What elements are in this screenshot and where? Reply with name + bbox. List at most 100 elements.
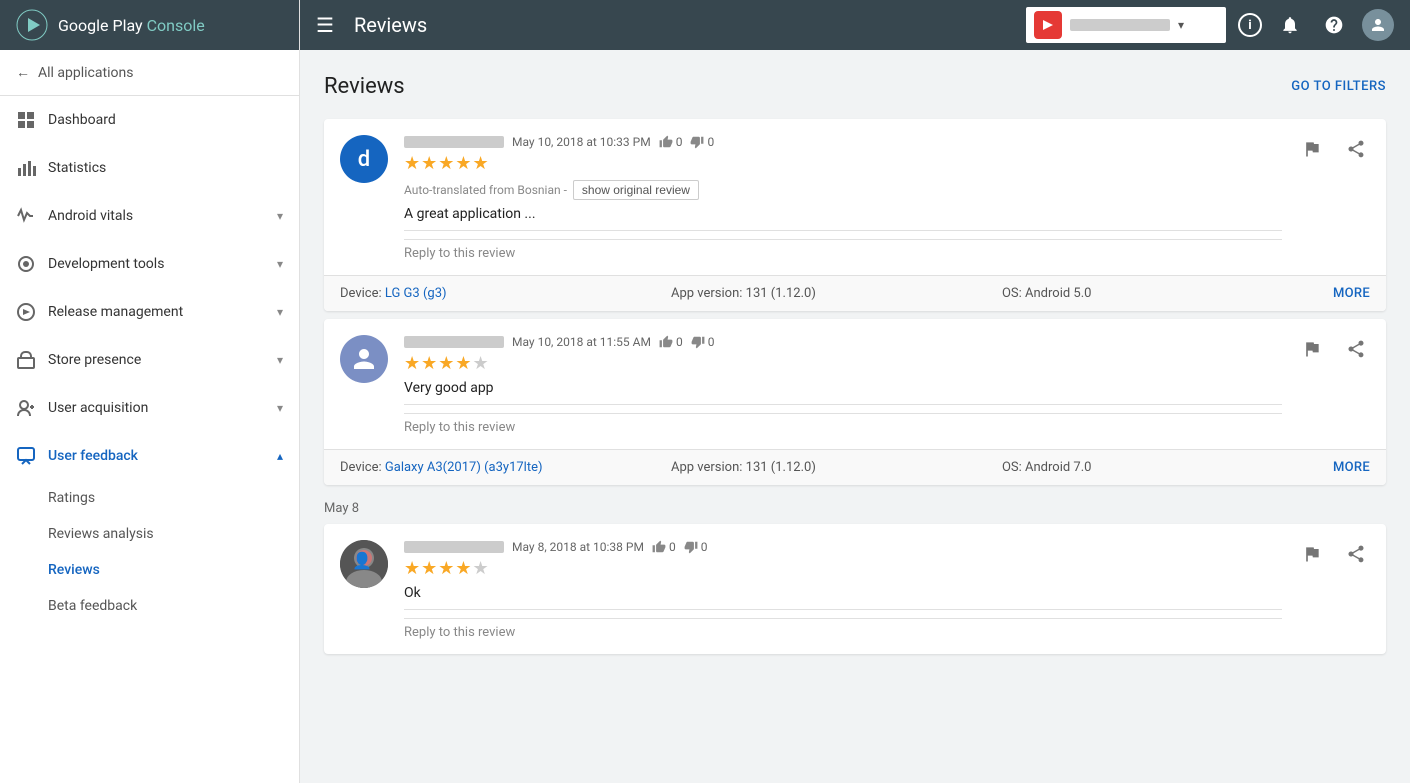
sidebar-title: Google Play Console: [58, 16, 205, 35]
review-content: May 10, 2018 at 11:55 AM 0 0: [404, 335, 1282, 441]
more-button[interactable]: MORE: [1333, 286, 1370, 301]
flag-button[interactable]: [1298, 135, 1326, 168]
sidebar-subitem-reviews[interactable]: Reviews: [48, 552, 299, 588]
release-icon: [16, 302, 36, 322]
review-card: d May 10, 2018 at 10:33 PM 0: [324, 119, 1386, 311]
reply-link[interactable]: Reply to this review: [404, 413, 1282, 441]
translation-note: Auto-translated from Bosnian - show orig…: [404, 180, 1282, 200]
review-votes: 0 0: [652, 540, 708, 554]
flag-button[interactable]: [1298, 540, 1326, 573]
review-actions: [1298, 135, 1370, 168]
sidebar-item-label: Android vitals: [48, 208, 133, 224]
sidebar-item-label: Dashboard: [48, 112, 116, 128]
sidebar-subitem-ratings[interactable]: Ratings: [48, 480, 299, 516]
review-body: May 10, 2018 at 11:55 AM 0 0: [324, 319, 1386, 449]
main-content: Reviews GO TO FILTERS d May 10, 2018 at …: [300, 50, 1410, 783]
user-feedback-subitems: Ratings Reviews analysis Reviews Beta fe…: [0, 480, 299, 624]
app-version-info: App version: 131 (1.12.0): [671, 286, 1002, 301]
review-footer: Device: LG G3 (g3) App version: 131 (1.1…: [324, 275, 1386, 311]
reviewer-name-blur: [404, 541, 504, 553]
review-actions: [1298, 335, 1370, 368]
review-meta: May 8, 2018 at 10:38 PM 0 0: [404, 540, 1282, 554]
thumbs-up-vote: 0: [659, 335, 683, 349]
review-date: May 8, 2018 at 10:38 PM: [512, 540, 644, 554]
review-votes: 0 0: [659, 135, 715, 149]
sidebar-item-release-management[interactable]: Release management ▾: [0, 288, 299, 336]
go-to-filters-link[interactable]: GO TO FILTERS: [1291, 79, 1386, 94]
review-text: A great application ...: [404, 206, 1282, 222]
reviewer-name-blur: [404, 336, 504, 348]
avatar: d: [340, 135, 388, 183]
avatar: 👤: [340, 540, 388, 588]
more-button[interactable]: MORE: [1333, 460, 1370, 475]
topbar-title: Reviews: [354, 13, 1014, 37]
review-card: 👤 May 8, 2018 at 10:38 PM 0: [324, 524, 1386, 654]
thumbs-up-vote: 0: [652, 540, 676, 554]
android-vitals-icon: [16, 206, 36, 226]
sidebar-subitem-reviews-analysis[interactable]: Reviews analysis: [48, 516, 299, 552]
sidebar-item-label: Development tools: [48, 256, 164, 272]
sidebar-item-user-feedback[interactable]: User feedback ▴: [0, 432, 299, 480]
review-votes: 0 0: [659, 335, 715, 349]
sidebar-item-user-acquisition[interactable]: User acquisition ▾: [0, 384, 299, 432]
sidebar-header: Google Play Console: [0, 0, 299, 50]
device-link[interactable]: Galaxy A3(2017) (a3y17lte): [385, 460, 543, 475]
review-top: d May 10, 2018 at 10:33 PM 0: [340, 135, 1370, 267]
sidebar-item-store-presence[interactable]: Store presence ▾: [0, 336, 299, 384]
reply-link[interactable]: Reply to this review: [404, 239, 1282, 267]
share-button[interactable]: [1342, 540, 1370, 573]
thumbs-down-vote: 0: [684, 540, 708, 554]
statistics-icon: [16, 158, 36, 178]
sidebar-item-dashboard[interactable]: Dashboard: [0, 96, 299, 144]
device-info: Device: LG G3 (g3): [340, 286, 671, 301]
chevron-down-icon: ▾: [277, 401, 283, 415]
app-version-info: App version: 131 (1.12.0): [671, 460, 1002, 475]
avatar: [340, 335, 388, 383]
star-rating: ★★★★★: [404, 353, 1282, 374]
dev-tools-icon: [16, 254, 36, 274]
reviewer-name-blur: [404, 136, 504, 148]
share-button[interactable]: [1342, 335, 1370, 368]
star-rating: ★★★★★: [404, 558, 1282, 579]
review-body: d May 10, 2018 at 10:33 PM 0: [324, 119, 1386, 275]
review-top: 👤 May 8, 2018 at 10:38 PM 0: [340, 540, 1370, 646]
review-top: May 10, 2018 at 11:55 AM 0 0: [340, 335, 1370, 441]
back-label: All applications: [38, 65, 133, 81]
sidebar-item-android-vitals[interactable]: Android vitals ▾: [0, 192, 299, 240]
back-arrow-icon: ←: [16, 64, 30, 81]
share-button[interactable]: [1342, 135, 1370, 168]
chevron-down-icon: ▾: [277, 353, 283, 367]
device-link[interactable]: LG G3 (g3): [385, 286, 447, 301]
user-acquisition-icon: [16, 398, 36, 418]
page-title: Reviews: [324, 74, 405, 99]
review-text: Very good app: [404, 380, 1282, 396]
os-info: OS: Android 7.0: [1002, 460, 1333, 475]
review-date: May 10, 2018 at 11:55 AM: [512, 335, 651, 349]
show-original-button[interactable]: show original review: [573, 180, 699, 200]
back-to-all-apps[interactable]: ← All applications: [0, 50, 299, 96]
sidebar-subitem-beta-feedback[interactable]: Beta feedback: [48, 588, 299, 624]
app-name-blur: [1070, 19, 1170, 31]
sidebar-item-label: Release management: [48, 304, 183, 320]
user-avatar[interactable]: [1362, 9, 1394, 41]
review-date: May 10, 2018 at 10:33 PM: [512, 135, 651, 149]
help-icon[interactable]: [1318, 9, 1350, 41]
sidebar-item-development-tools[interactable]: Development tools ▾: [0, 240, 299, 288]
chevron-down-icon: ▾: [277, 257, 283, 271]
review-footer: Device: Galaxy A3(2017) (a3y17lte) App v…: [324, 449, 1386, 485]
dashboard-icon: [16, 110, 36, 130]
info-icon[interactable]: i: [1238, 13, 1262, 37]
review-content: May 10, 2018 at 10:33 PM 0 0: [404, 135, 1282, 267]
menu-icon[interactable]: ☰: [316, 13, 334, 37]
notifications-icon[interactable]: [1274, 9, 1306, 41]
reply-link[interactable]: Reply to this review: [404, 618, 1282, 646]
play-store-logo: [16, 9, 48, 41]
flag-button[interactable]: [1298, 335, 1326, 368]
date-separator: May 8: [324, 501, 1386, 516]
sidebar: Google Play Console ← All applications D…: [0, 0, 300, 783]
review-content: May 8, 2018 at 10:38 PM 0 0: [404, 540, 1282, 646]
thumbs-down-vote: 0: [690, 135, 714, 149]
sidebar-item-statistics[interactable]: Statistics: [0, 144, 299, 192]
app-selector[interactable]: ▾: [1026, 7, 1226, 43]
chevron-up-icon: ▴: [277, 449, 283, 463]
